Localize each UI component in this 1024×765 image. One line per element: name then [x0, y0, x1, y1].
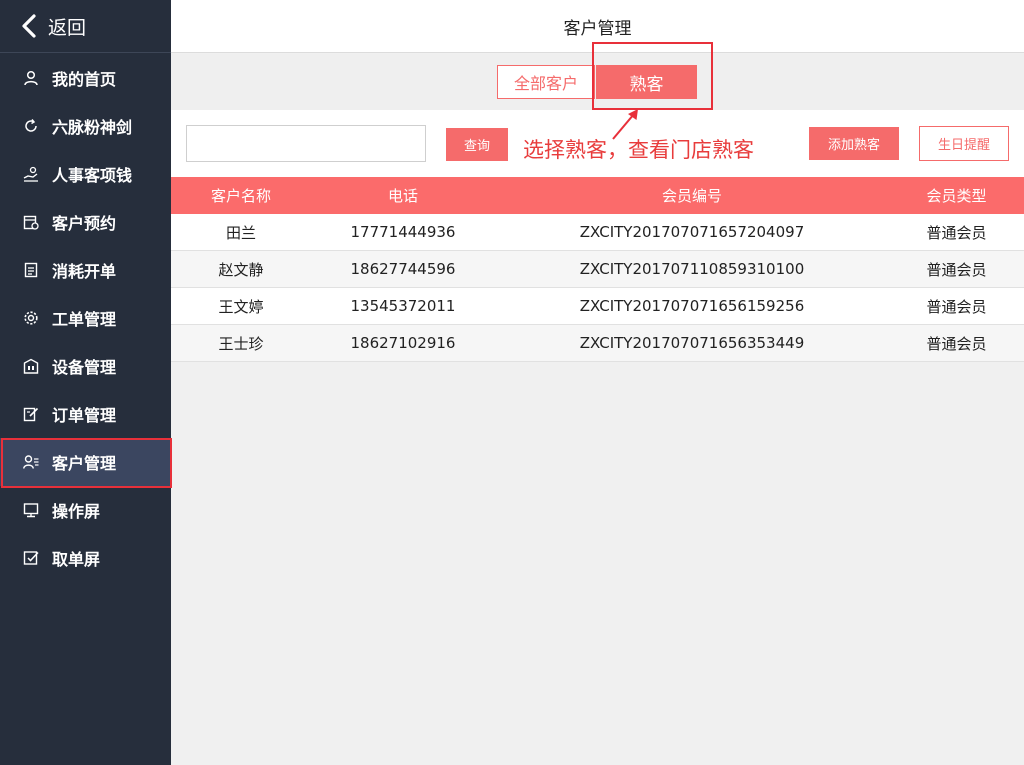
calendar-icon	[23, 214, 39, 230]
column-header-member-id: 会员编号	[661, 187, 722, 205]
cell-member-id: ZXCITY201707110859310100	[579, 260, 805, 278]
sidebar-item-label: 取单屏	[52, 550, 101, 569]
cell-member-type: 普通会员	[926, 260, 987, 279]
checkbox-icon	[23, 550, 39, 566]
user-icon	[23, 70, 39, 86]
customer-table: 客户名称 电话 会员编号 会员类型 田兰 17771444936 ZXCITY2…	[171, 177, 1024, 362]
sidebar-item-device[interactable]: 设备管理	[0, 342, 171, 390]
table-row[interactable]: 王士珍 18627102916 ZXCITY201707071656353449…	[171, 325, 1024, 362]
back-label: 返回	[48, 16, 87, 39]
sidebar-item-label: 工单管理	[52, 310, 117, 329]
table-row[interactable]: 王文婷 13545372011 ZXCITY201707071656159256…	[171, 288, 1024, 325]
search-input[interactable]	[186, 125, 426, 162]
table-row[interactable]: 田兰 17771444936 ZXCITY201707071657204097 …	[171, 214, 1024, 251]
sidebar-item-label: 六脉粉神剑	[52, 118, 133, 137]
header: 客户管理	[171, 0, 1024, 53]
column-header-phone: 电话	[387, 187, 418, 205]
sidebar-item-label: 设备管理	[52, 358, 117, 377]
sidebar-item-label: 客户预约	[52, 214, 117, 233]
table-row[interactable]: 赵文静 18627744596 ZXCITY201707110859310100…	[171, 251, 1024, 288]
sidebar-item-appointment[interactable]: 客户预约	[0, 198, 171, 246]
column-header-name: 客户名称	[210, 187, 271, 205]
cell-member-id: ZXCITY201707071656353449	[579, 334, 805, 352]
document-icon	[23, 262, 39, 278]
sidebar-item-pickup-screen[interactable]: 取单屏	[0, 534, 171, 582]
toolbar: 查询 选择熟客，查看门店熟客 添加熟客 生日提醒	[171, 110, 1024, 177]
building-icon	[23, 358, 39, 374]
back-button[interactable]: 返回	[0, 0, 171, 53]
gear-icon	[23, 310, 39, 326]
table-header: 客户名称 电话 会员编号 会员类型	[171, 177, 1024, 214]
sidebar-item-orders[interactable]: 订单管理	[0, 390, 171, 438]
query-button[interactable]: 查询	[446, 128, 508, 161]
cell-phone: 13545372011	[350, 297, 456, 315]
cell-member-id: ZXCITY201707071656159256	[579, 297, 805, 315]
sidebar-item-renshi[interactable]: 人事客项钱	[0, 150, 171, 198]
cell-name: 王士珍	[218, 334, 264, 353]
refresh-icon	[23, 118, 39, 134]
sidebar-item-workorder[interactable]: 工单管理	[0, 294, 171, 342]
cell-name: 赵文静	[218, 260, 264, 279]
sidebar-item-label: 订单管理	[52, 406, 117, 425]
add-regular-customer-button[interactable]: 添加熟客	[809, 127, 899, 160]
cell-member-id: ZXCITY201707071657204097	[579, 223, 805, 241]
chevron-left-icon	[22, 14, 36, 38]
sidebar-item-operation-screen[interactable]: 操作屏	[0, 486, 171, 534]
sidebar-item-label: 人事客项钱	[52, 166, 133, 185]
sidebar-item-label: 操作屏	[52, 502, 101, 521]
sidebar-item-home[interactable]: 我的首页	[0, 54, 171, 102]
edit-icon	[23, 406, 39, 422]
sidebar-item-customers[interactable]: 客户管理	[0, 438, 172, 488]
sidebar-item-consume[interactable]: 消耗开单	[0, 246, 171, 294]
sidebar-item-liumai[interactable]: 六脉粉神剑	[0, 102, 171, 150]
sidebar-item-label: 我的首页	[52, 70, 117, 89]
page-title: 客户管理	[563, 18, 632, 39]
sidebar-item-label: 客户管理	[52, 454, 117, 473]
cell-name: 王文婷	[218, 297, 264, 316]
cell-member-type: 普通会员	[926, 297, 987, 316]
sidebar-item-label: 消耗开单	[52, 262, 117, 281]
user-list-icon	[23, 454, 39, 470]
cell-phone: 17771444936	[350, 223, 456, 241]
hand-money-icon	[23, 166, 39, 182]
cell-name: 田兰	[225, 223, 256, 242]
monitor-icon	[23, 502, 39, 518]
cell-phone: 18627102916	[350, 334, 456, 352]
cell-member-type: 普通会员	[926, 223, 987, 242]
column-header-member-type: 会员类型	[926, 187, 987, 205]
birthday-reminder-button[interactable]: 生日提醒	[919, 126, 1009, 161]
cell-member-type: 普通会员	[926, 334, 987, 353]
cell-phone: 18627744596	[350, 260, 456, 278]
customer-type-toggle: 全部客户 熟客	[171, 42, 1024, 110]
tab-all-customers[interactable]: 全部客户	[497, 65, 595, 99]
annotation-text: 选择熟客，查看门店熟客	[523, 138, 754, 162]
sidebar: 返回 我的首页 六脉粉神剑 人事客项钱 客户预约 消耗开单 工单管理 设备管理 …	[0, 0, 172, 765]
tab-regular-customers[interactable]: 熟客	[596, 65, 697, 99]
